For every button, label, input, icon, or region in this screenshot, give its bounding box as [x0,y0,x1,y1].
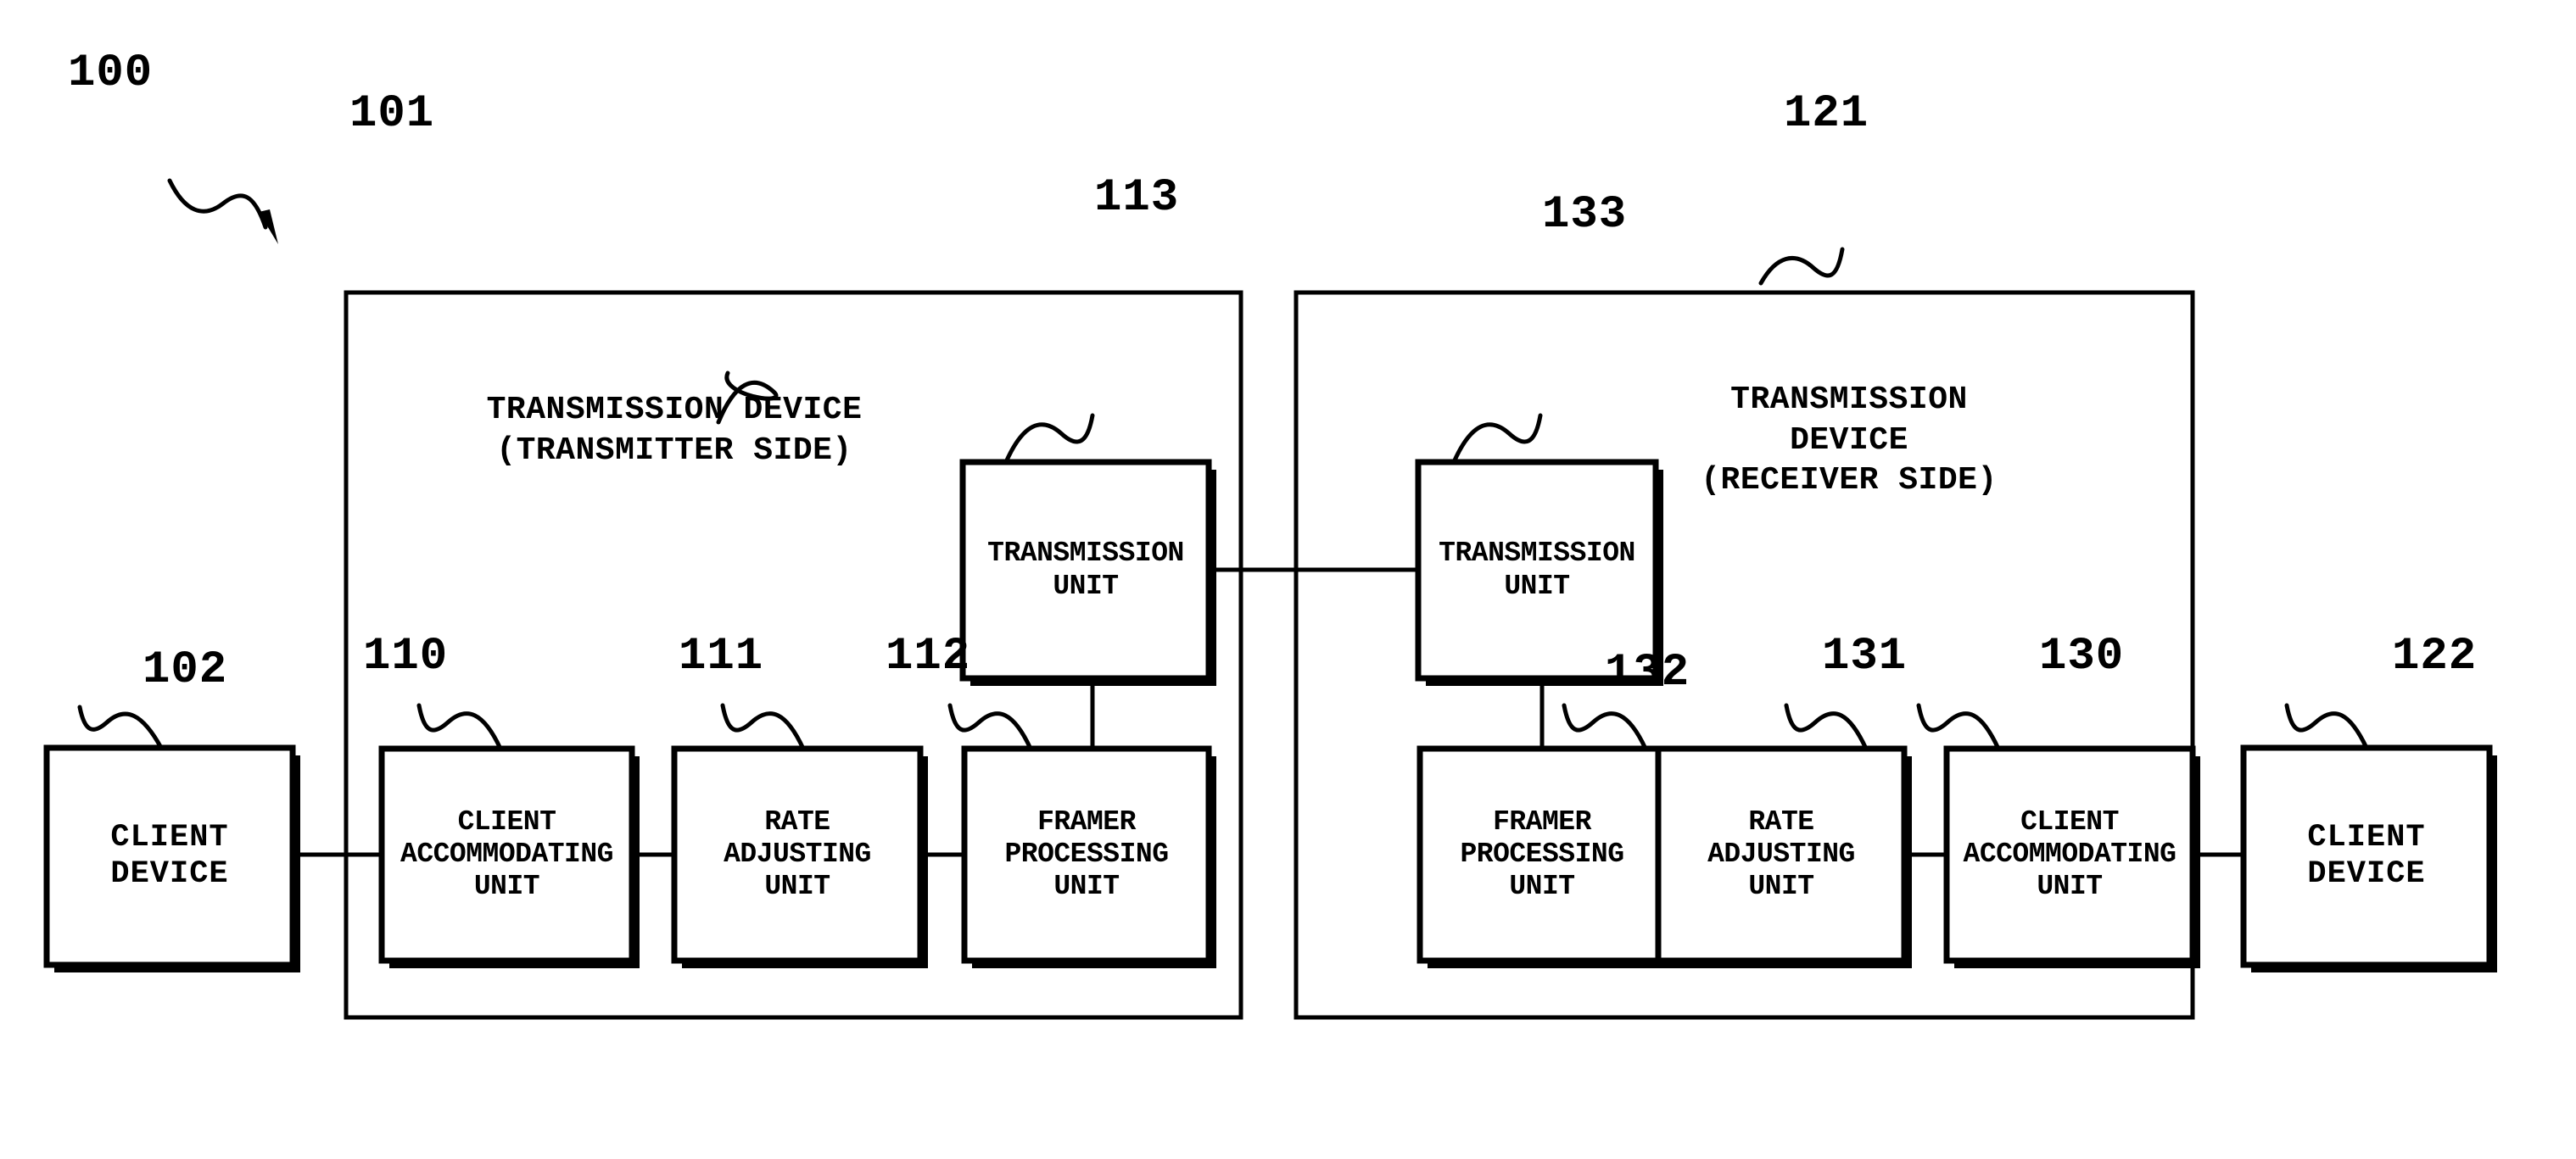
ref-number-121: 121 [1784,88,1869,140]
block-label-111: RATE ADJUSTING UNIT [724,805,871,903]
patent-figure: 100 101 121 113 133 102 110 111 112 132 … [0,0,2576,1159]
block-label-102: CLIENT DEVICE [110,820,229,892]
leader-100 [167,178,268,230]
device-title-101: TRANSMISSION DEVICE (TRANSMITTER SIDE) [486,392,863,469]
leader-121 [1758,247,1845,286]
diagram-linework [43,178,2497,1020]
leader-111 [720,703,806,751]
block-label-112: FRAMER PROCESSING UNIT [1004,805,1169,903]
ref-number-111: 111 [679,631,764,683]
ref-number-112: 112 [886,631,971,683]
leader-110 [416,703,503,751]
leader-132 [1562,703,1648,751]
ref-number-101: 101 [349,88,435,140]
leader-102 [77,705,164,750]
leader-113 [1003,413,1095,465]
ref-number-102: 102 [142,644,228,696]
block-label-132: FRAMER PROCESSING UNIT [1460,805,1624,903]
device-title-121: TRANSMISSION DEVICE (RECEIVER SIDE) [1701,382,1998,499]
block-label-133: TRANSMISSION UNIT [1439,538,1635,602]
leader-133 [1451,413,1543,465]
ref-number-122: 122 [2392,631,2478,683]
ref-number-110: 110 [363,631,449,683]
ref-number-113: 113 [1094,172,1180,224]
block-label-110: CLIENT ACCOMMODATING UNIT [400,805,613,903]
ref-number-130: 130 [2039,631,2125,683]
leader-130 [1916,703,2001,751]
ref-number-100: 100 [68,47,154,99]
block-label-131: RATE ADJUSTING UNIT [1707,805,1855,903]
block-label-122: CLIENT DEVICE [2307,820,2426,892]
block-label-130: CLIENT ACCOMMODATING UNIT [1963,805,2176,903]
leader-112 [947,703,1033,751]
arrowhead-100 [259,209,278,244]
ref-number-133: 133 [1542,189,1628,241]
block-label-113: TRANSMISSION UNIT [987,538,1184,602]
leader-131 [1784,703,1869,751]
ref-number-131: 131 [1822,631,1908,683]
leader-122 [2284,703,2369,750]
